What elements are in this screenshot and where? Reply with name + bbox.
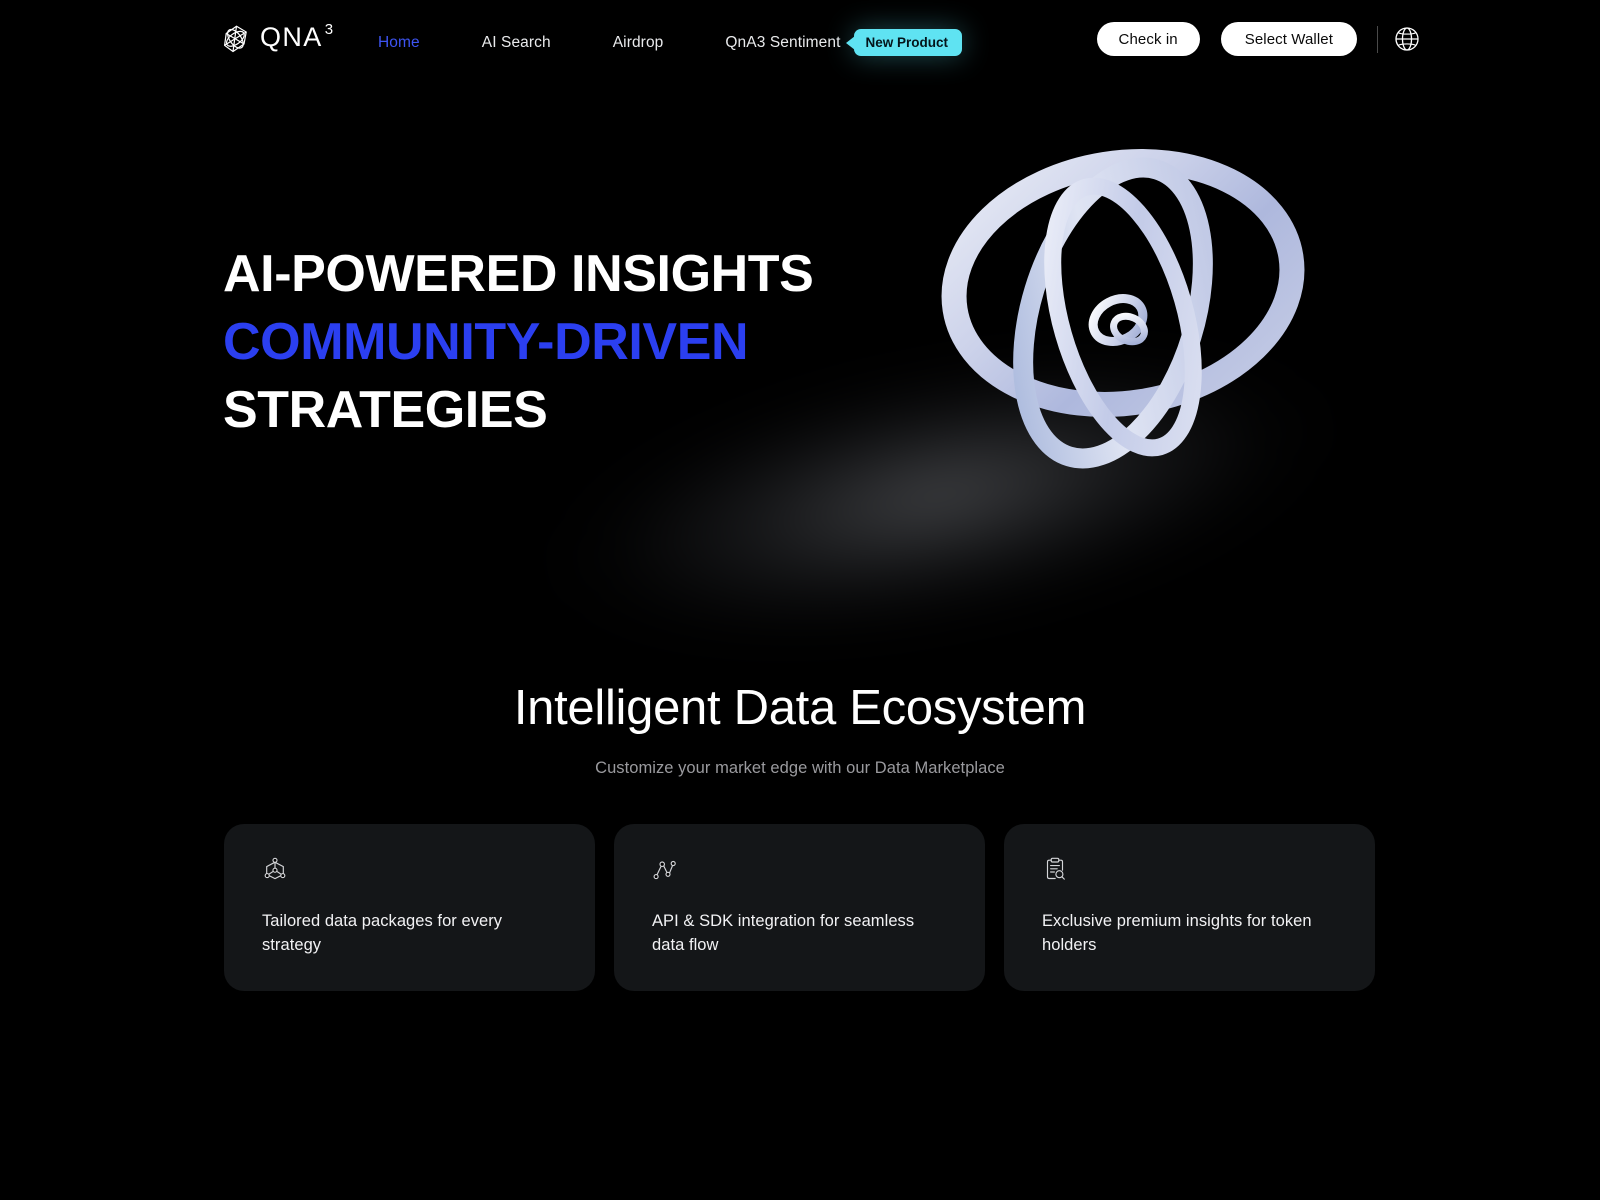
nav-sentiment-group: QnA3 Sentiment New Product: [725, 29, 963, 56]
brand-logo[interactable]: QNA 3: [222, 21, 334, 57]
feature-card-premium-insights[interactable]: Exclusive premium insights for token hol…: [1004, 824, 1375, 991]
abstract-3d-ring-sculpture-icon: [941, 149, 1305, 469]
feature-card-tailored-data[interactable]: Tailored data packages for every strateg…: [224, 824, 595, 991]
feature-card-api-sdk[interactable]: API & SDK integration for seamless data …: [614, 824, 985, 991]
feature-card-list: Tailored data packages for every strateg…: [224, 824, 1376, 991]
nav-actions: Check in Select Wallet: [1096, 22, 1357, 56]
qna-gem-logo-icon: [223, 25, 247, 53]
page-root: QNA 3 Home AI Search Airdrop QnA3 Sentime…: [0, 0, 1600, 1200]
data-flow-graph-icon: [653, 860, 676, 880]
language-selector-button[interactable]: [1394, 26, 1420, 52]
hero-heading: AI-POWERED INSIGHTS COMMUNITY-DRIVEN STR…: [223, 240, 814, 444]
hero-section: AI-POWERED INSIGHTS COMMUNITY-DRIVEN STR…: [0, 0, 1600, 755]
section-subtitle: Customize your market edge with our Data…: [595, 759, 1005, 777]
hero-heading-line-3: STRATEGIES: [223, 381, 548, 439]
feature-card-text: API & SDK integration for seamless data …: [652, 912, 915, 954]
data-ecosystem-section: Intelligent Data Ecosystem Customize you…: [0, 660, 1600, 991]
feature-card-text: Exclusive premium insights for token hol…: [1042, 912, 1312, 954]
clipboard-search-icon: [1046, 857, 1065, 880]
new-product-badge: New Product: [853, 29, 963, 56]
nav-link-qna3-sentiment[interactable]: QnA3 Sentiment: [725, 34, 840, 52]
nav-link-airdrop[interactable]: Airdrop: [613, 34, 664, 52]
nav-links: Home AI Search Airdrop QnA3 Sentiment Ne…: [378, 29, 963, 56]
check-in-button[interactable]: Check in: [1096, 22, 1200, 56]
top-navigation-bar: QNA 3 Home AI Search Airdrop QnA3 Sentime…: [0, 0, 1600, 80]
brand-name: QNA: [260, 22, 323, 52]
nav-divider: [1377, 26, 1378, 53]
hero-heading-line-1: AI-POWERED INSIGHTS: [223, 245, 814, 303]
nav-link-home[interactable]: Home: [378, 34, 420, 52]
globe-icon: [1395, 27, 1419, 51]
hero-heading-line-2: COMMUNITY-DRIVEN: [223, 313, 749, 371]
select-wallet-button[interactable]: Select Wallet: [1220, 22, 1357, 56]
section-title: Intelligent Data Ecosystem: [513, 681, 1087, 735]
brand-superscript: 3: [324, 21, 335, 38]
nav-link-ai-search[interactable]: AI Search: [482, 34, 551, 52]
node-network-hexagon-icon: [264, 857, 286, 880]
brand-wordmark: QNA 3: [260, 21, 334, 53]
feature-card-text: Tailored data packages for every strateg…: [262, 912, 503, 954]
